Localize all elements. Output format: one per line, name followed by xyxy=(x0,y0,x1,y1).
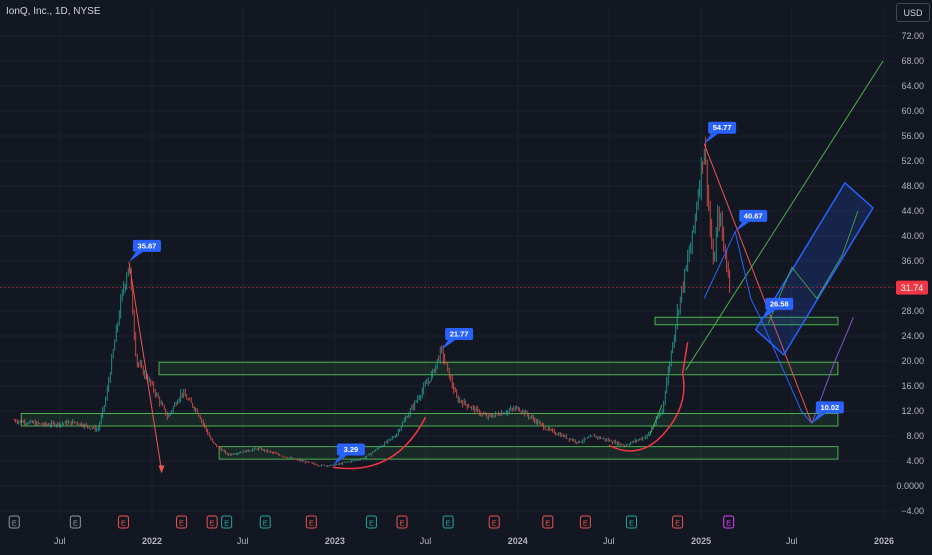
callout-label: 21.77 xyxy=(450,329,469,338)
currency-button[interactable]: USD xyxy=(896,3,930,22)
earnings-marker-label: E xyxy=(73,519,78,528)
chart-window: IonQ, Inc., 1D, NYSE USD 35.87 3.29 21.77 5… xyxy=(0,0,932,550)
time-tick-label: Jul xyxy=(786,536,798,546)
price-tick-label: 12.00 xyxy=(901,406,924,416)
time-tick-label: Jul xyxy=(603,536,615,546)
callout-label: 10.02 xyxy=(820,403,839,412)
price-tick-label: 72.00 xyxy=(901,31,924,41)
grid xyxy=(0,8,893,522)
drawings xyxy=(0,60,893,474)
drop-arrow xyxy=(158,465,165,474)
price-axis: 72.00 68.00 64.00 60.00 56.00 52.00 48.00 44.00… xyxy=(896,31,928,516)
forecast-channel xyxy=(754,181,874,356)
price-tick-label: 4.00 xyxy=(906,456,924,466)
earnings-marker-label: E xyxy=(224,519,229,528)
callout-label: 3.29 xyxy=(344,445,359,454)
time-tick-label: Jul xyxy=(237,536,249,546)
price-tick-label: 56.00 xyxy=(901,131,924,141)
price-tick-label: 16.00 xyxy=(901,381,924,391)
price-tick-label: 48.00 xyxy=(901,181,924,191)
support-zone-low xyxy=(218,446,839,460)
earnings-marker-label: E xyxy=(12,519,17,528)
time-tick-label: 2024 xyxy=(508,536,528,546)
time-axis: Jul 2022 Jul 2023 Jul 2024 Jul 2025 Jul 2026 xyxy=(54,536,894,546)
earnings-marker-label: E xyxy=(446,519,451,528)
earnings-marker-label: E xyxy=(675,519,680,528)
price-tick-label: −4.00 xyxy=(901,506,924,516)
earnings-marker-label: E xyxy=(309,519,314,528)
earnings-marker-label: E xyxy=(400,519,405,528)
callout-label: 26.58 xyxy=(770,299,789,308)
support-zones xyxy=(20,316,839,460)
time-tick-label: 2022 xyxy=(142,536,162,546)
price-tick-label: 52.00 xyxy=(901,156,924,166)
time-tick-label: 2023 xyxy=(325,536,345,546)
support-zone-high xyxy=(158,361,839,376)
price-tick-label: 64.00 xyxy=(901,81,924,91)
earnings-marker-label: E xyxy=(629,519,634,528)
earnings-marker-label: E xyxy=(545,519,550,528)
price-tick-label: 36.00 xyxy=(901,256,924,266)
earnings-marker-label: E xyxy=(263,519,268,528)
earnings-marker-label: E xyxy=(583,519,588,528)
earnings-markers: EEEEEEEEEEEEEEEEE xyxy=(8,515,735,529)
cup-arc xyxy=(608,342,689,452)
earnings-marker-label: E xyxy=(210,519,215,528)
price-chart[interactable]: 35.87 3.29 21.77 54.77 40.67 26.58 10.02 72.00… xyxy=(0,0,932,550)
support-zone-top xyxy=(654,316,839,326)
time-tick-label: 2025 xyxy=(691,536,711,546)
drop-line xyxy=(128,261,163,471)
price-tick-label: 44.00 xyxy=(901,206,924,216)
price-tick-label: 24.00 xyxy=(901,331,924,341)
price-tick-label: 20.00 xyxy=(901,356,924,366)
time-tick-label: Jul xyxy=(420,536,432,546)
time-tick-label: 2026 xyxy=(874,536,894,546)
price-tick-label: 40.00 xyxy=(901,231,924,241)
callout-label: 54.77 xyxy=(713,123,732,132)
earnings-marker-label: E xyxy=(121,519,126,528)
earnings-marker-label: E xyxy=(492,519,497,528)
earnings-marker-label: E xyxy=(726,519,731,528)
price-tick-label: 68.00 xyxy=(901,56,924,66)
support-zone-mid xyxy=(20,413,839,427)
price-tick-label: 0.0000 xyxy=(896,481,924,491)
symbol-title: IonQ, Inc., 1D, NYSE xyxy=(6,6,101,17)
callout-label: 40.67 xyxy=(744,211,763,220)
price-tick-label: 8.00 xyxy=(906,431,924,441)
price-tick-label: 60.00 xyxy=(901,106,924,116)
callout-pointer xyxy=(735,221,750,232)
callout-pointer xyxy=(704,133,719,144)
price-tick-label: 28.00 xyxy=(901,306,924,316)
time-tick-label: Jul xyxy=(54,536,66,546)
callout-pointer xyxy=(128,251,143,262)
earnings-marker-label: E xyxy=(369,519,374,528)
earnings-marker-label: E xyxy=(179,519,184,528)
last-price-label: 31.74 xyxy=(901,283,924,293)
callout-label: 35.87 xyxy=(138,241,157,250)
